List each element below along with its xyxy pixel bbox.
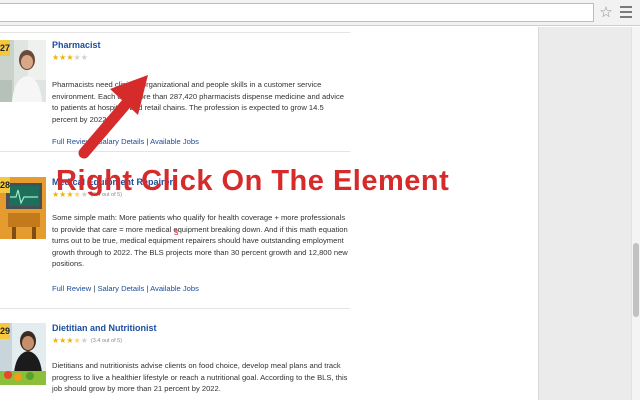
scrollbar-thumb[interactable] xyxy=(633,243,639,317)
browser-toolbar: ☆ xyxy=(0,0,640,26)
rank-badge: 29 xyxy=(0,323,10,339)
job-title-link[interactable]: Pharmacist xyxy=(52,40,101,50)
divider xyxy=(0,308,350,309)
bookmark-star-icon[interactable]: ☆ xyxy=(597,2,615,22)
page-content: 27 Pharmacist ★★★★★ Pharmacists need cli… xyxy=(0,27,538,400)
available-jobs-link[interactable]: Available Jobs xyxy=(150,284,199,293)
instruction-overlay: Right Click On The Element xyxy=(56,165,450,197)
rank-badge: 27 xyxy=(0,40,10,56)
cursor-marker: s xyxy=(174,227,179,237)
rank-badge: 28 xyxy=(0,177,10,193)
star-rating: ★★★★★ xyxy=(52,53,88,62)
address-bar[interactable] xyxy=(0,3,594,22)
page-gutter xyxy=(538,27,631,400)
job-entry-pharmacist: 27 Pharmacist ★★★★★ Pharmacists need cli… xyxy=(0,40,350,175)
hamburger-menu-icon[interactable] xyxy=(620,6,632,18)
red-arrow-icon xyxy=(78,75,148,159)
salary-details-link[interactable]: Salary Details xyxy=(97,284,144,293)
job-entry-dietitian: 29 Dietitian and Nutritionist ★★★★★ (3.4 … xyxy=(0,323,350,400)
divider xyxy=(0,151,350,152)
star-rating: ★★★★★ (3.4 out of 5) xyxy=(52,336,123,345)
vertical-scrollbar[interactable] xyxy=(631,27,640,400)
job-links: Full Review | Salary Details | Available… xyxy=(52,284,199,293)
job-description: Some simple math: More patients who qual… xyxy=(52,213,348,269)
divider xyxy=(0,32,350,33)
job-entry-medical-equipment-repairer: 28 Medical Equipment Repairer ★★★★★ (3.4 … xyxy=(0,177,350,322)
full-review-link[interactable]: Full Review xyxy=(52,284,91,293)
job-title-link[interactable]: Dietitian and Nutritionist xyxy=(52,323,157,333)
rating-text: (3.4 out of 5) xyxy=(90,338,123,344)
job-description: Dietitians and nutritionists advise clie… xyxy=(52,361,348,394)
